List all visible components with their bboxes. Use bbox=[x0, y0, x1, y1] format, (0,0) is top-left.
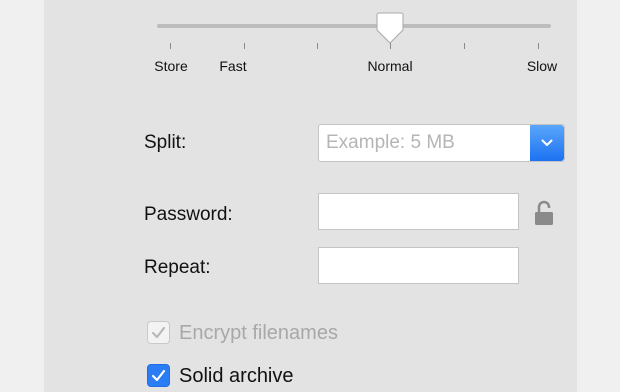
checkmark-icon bbox=[151, 369, 166, 382]
level-label-store: Store bbox=[154, 58, 188, 74]
slider-tick bbox=[244, 43, 245, 49]
solid-archive-checkbox[interactable] bbox=[147, 364, 170, 387]
password-label: Password: bbox=[144, 204, 233, 225]
level-label-fast: Fast bbox=[219, 58, 247, 74]
checkmark-icon bbox=[151, 326, 166, 339]
slider-track[interactable] bbox=[157, 24, 551, 28]
slider-tick bbox=[464, 43, 465, 49]
lock-icon[interactable] bbox=[532, 199, 556, 227]
slider-tick bbox=[390, 43, 391, 49]
split-combobox[interactable] bbox=[318, 124, 565, 162]
split-input[interactable] bbox=[319, 125, 531, 161]
slider-tick bbox=[170, 43, 171, 49]
encrypt-filenames-label: Encrypt filenames bbox=[179, 322, 338, 344]
encrypt-filenames-checkbox[interactable] bbox=[147, 321, 170, 344]
split-label: Split: bbox=[144, 132, 187, 153]
password-field[interactable] bbox=[318, 193, 519, 230]
archive-options-panel: Store Fast Normal Slow Split: Password: … bbox=[44, 0, 577, 392]
repeat-label: Repeat: bbox=[144, 257, 211, 278]
level-label-normal: Normal bbox=[367, 58, 413, 74]
slider-tick bbox=[538, 43, 539, 49]
repeat-password-field[interactable] bbox=[318, 247, 519, 284]
solid-archive-label: Solid archive bbox=[179, 365, 294, 387]
chevron-down-icon bbox=[541, 139, 553, 146]
level-label-slow: Slow bbox=[526, 58, 558, 74]
split-dropdown-button[interactable] bbox=[530, 125, 564, 161]
slider-tick bbox=[317, 43, 318, 49]
slider-knob[interactable] bbox=[376, 12, 404, 44]
